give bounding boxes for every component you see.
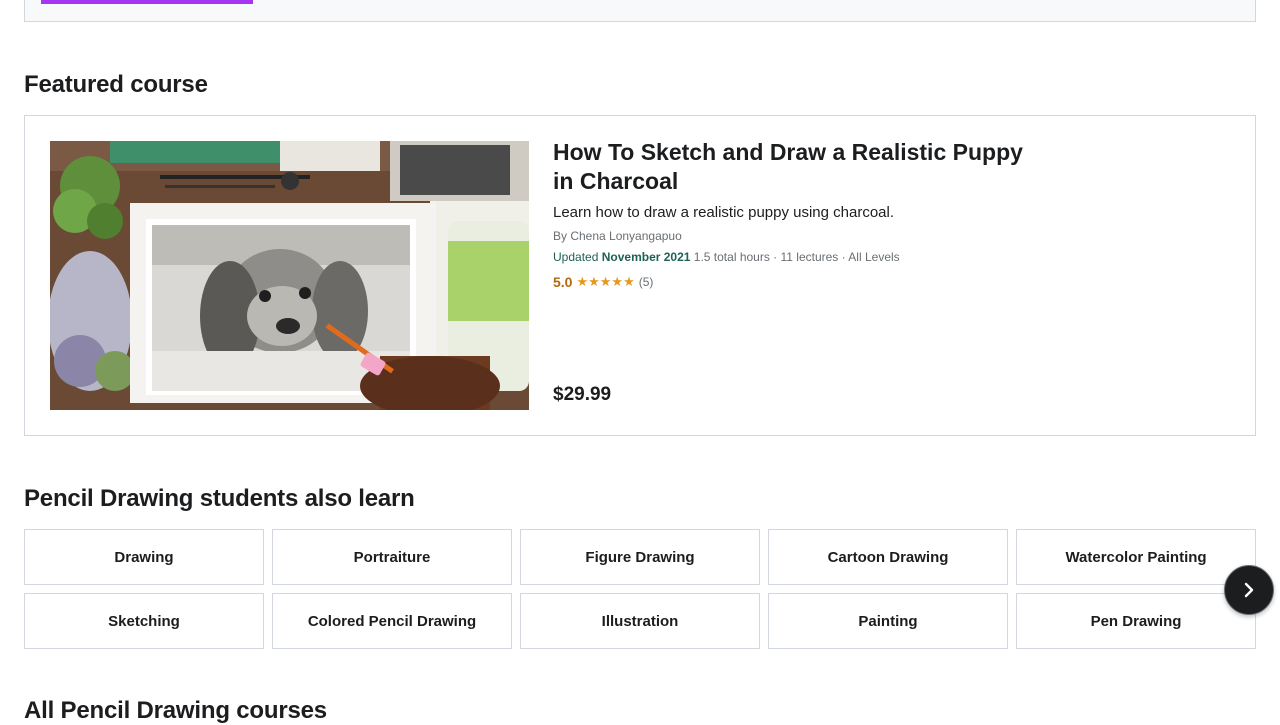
rating-score: 5.0: [553, 274, 573, 290]
topic-figure-drawing[interactable]: Figure Drawing: [520, 529, 760, 585]
course-title-link[interactable]: How To Sketch and Draw a Realistic Puppy…: [553, 138, 1033, 196]
updated-date: November 2021: [601, 250, 691, 264]
carousel-next-button[interactable]: [1224, 565, 1274, 615]
updated-label: Updated: [553, 250, 599, 264]
topic-illustration[interactable]: Illustration: [520, 593, 760, 649]
topic-drawing[interactable]: Drawing: [24, 529, 264, 585]
featured-course-heading: Featured course: [24, 71, 208, 98]
all-courses-heading: All Pencil Drawing courses: [24, 697, 327, 724]
chevron-right-icon: [1244, 582, 1254, 598]
course-meta: Updated November 2021 1.5 total hours · …: [553, 250, 900, 264]
course-price: $29.99: [553, 384, 612, 405]
topic-painting[interactable]: Painting: [768, 593, 1008, 649]
rating-stars-icon: ★★★★★: [576, 274, 635, 289]
rating-count: (5): [638, 275, 654, 289]
course-rating: 5.0 ★★★★★ (5): [553, 274, 653, 290]
course-headline: Learn how to draw a realistic puppy usin…: [553, 204, 895, 221]
progress-accent-bar: [41, 0, 253, 4]
course-thumbnail-image[interactable]: [50, 141, 529, 410]
topic-portraiture[interactable]: Portraiture: [272, 529, 512, 585]
top-banner: [24, 0, 1256, 22]
course-instructor: By Chena Lonyangapuo: [553, 229, 682, 243]
topic-cartoon-drawing[interactable]: Cartoon Drawing: [768, 529, 1008, 585]
related-topics-heading: Pencil Drawing students also learn: [24, 485, 415, 512]
topic-sketching[interactable]: Sketching: [24, 593, 264, 649]
topic-colored-pencil-drawing[interactable]: Colored Pencil Drawing: [272, 593, 512, 649]
topic-pen-drawing[interactable]: Pen Drawing: [1016, 593, 1256, 649]
topic-watercolor-painting[interactable]: Watercolor Painting: [1016, 529, 1256, 585]
course-details: 1.5 total hours · 11 lectures · All Leve…: [693, 250, 900, 264]
featured-course-card[interactable]: How To Sketch and Draw a Realistic Puppy…: [24, 115, 1256, 436]
